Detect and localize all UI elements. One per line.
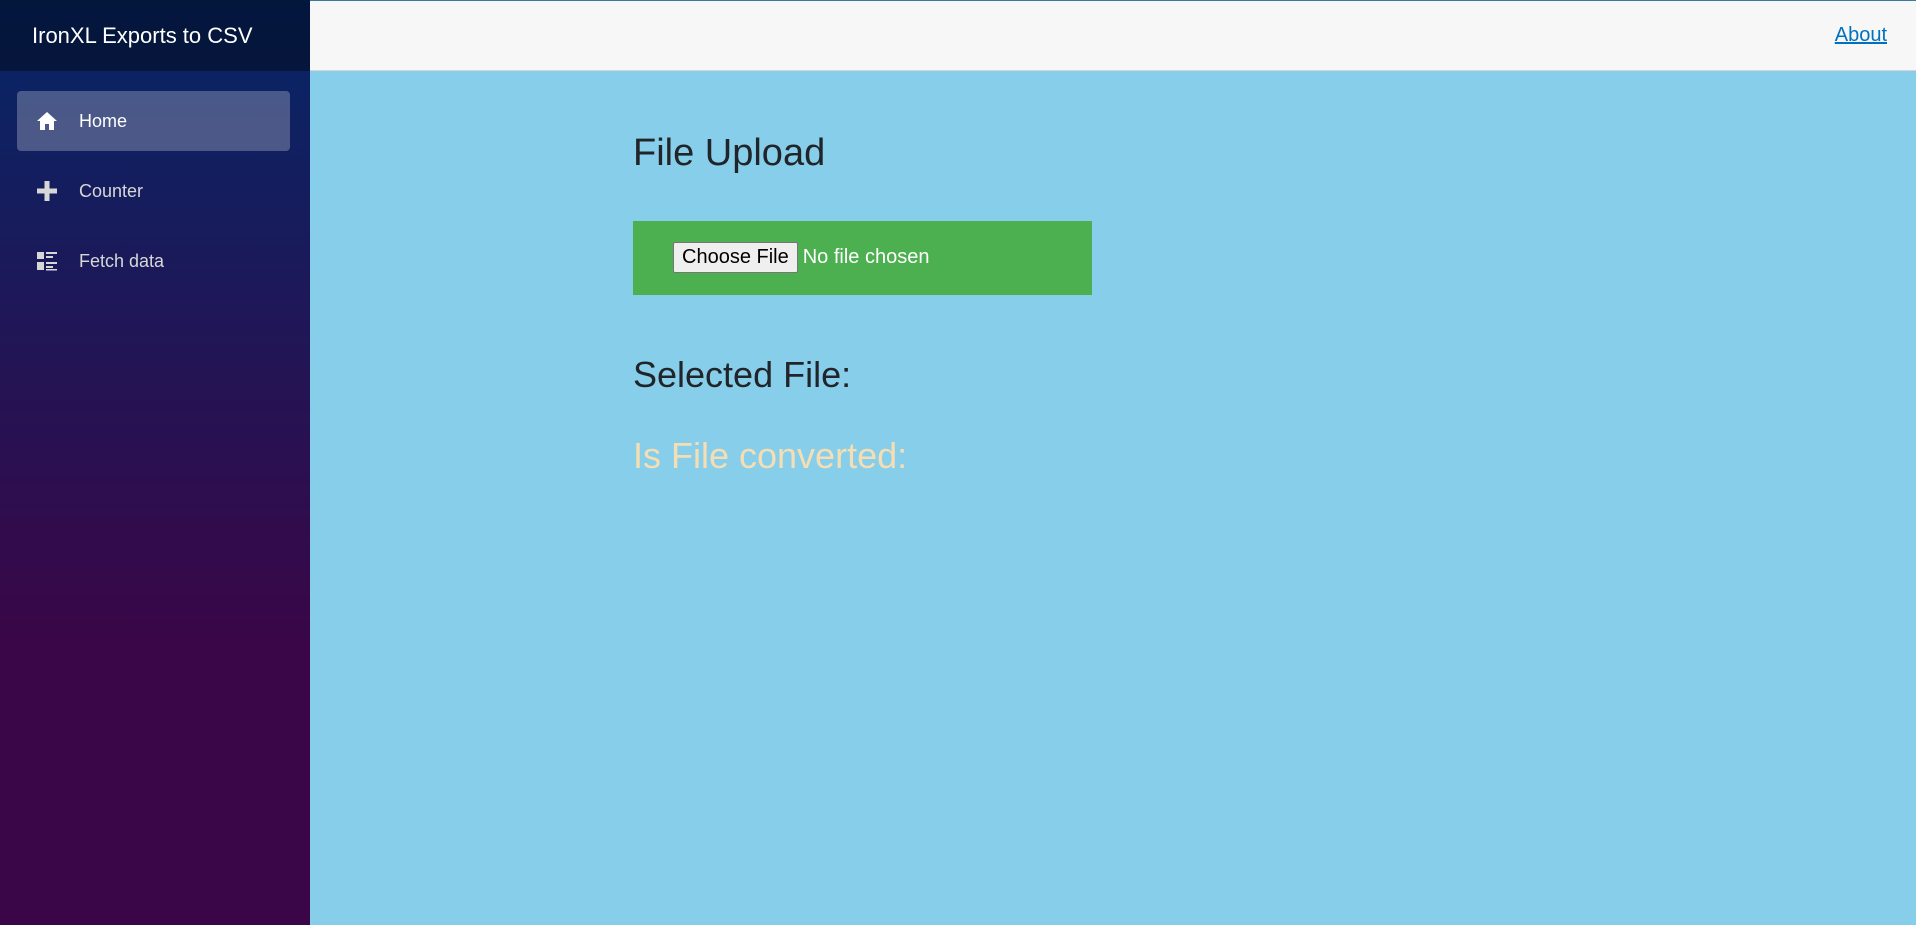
app-root: IronXL Exports to CSV Home Counter Fetch… [0,0,1916,925]
sidebar-item-label: Counter [79,180,144,201]
choose-file-button[interactable]: Choose File [673,242,798,274]
sidebar-item-label: Home [79,110,128,131]
main-area: About File Upload Choose File No file ch… [310,0,1916,925]
sidebar-item-label: Fetch data [79,250,165,271]
brand-link[interactable]: IronXL Exports to CSV [32,23,253,49]
file-upload-box: Choose File No file chosen [633,220,1092,295]
list-icon [35,249,59,273]
page-content: File Upload Choose File No file chosen S… [310,71,1916,925]
file-converted-heading: Is File converted: [633,434,908,476]
home-icon [35,109,59,133]
brand-bar: IronXL Exports to CSV [0,0,310,71]
sidebar-item-fetch-data[interactable]: Fetch data [17,231,290,291]
sidebar-item-counter[interactable]: Counter [17,161,290,221]
plus-icon [35,179,59,203]
about-link[interactable]: About [1835,24,1887,47]
selected-file-heading: Selected File: [633,353,852,395]
top-bar: About [310,0,1916,71]
page-title: File Upload [633,132,826,174]
sidebar: IronXL Exports to CSV Home Counter Fetch… [0,0,310,925]
sidebar-nav: Home Counter Fetch data [0,71,310,301]
sidebar-item-home[interactable]: Home [17,91,290,151]
file-status-text: No file chosen [802,246,930,269]
